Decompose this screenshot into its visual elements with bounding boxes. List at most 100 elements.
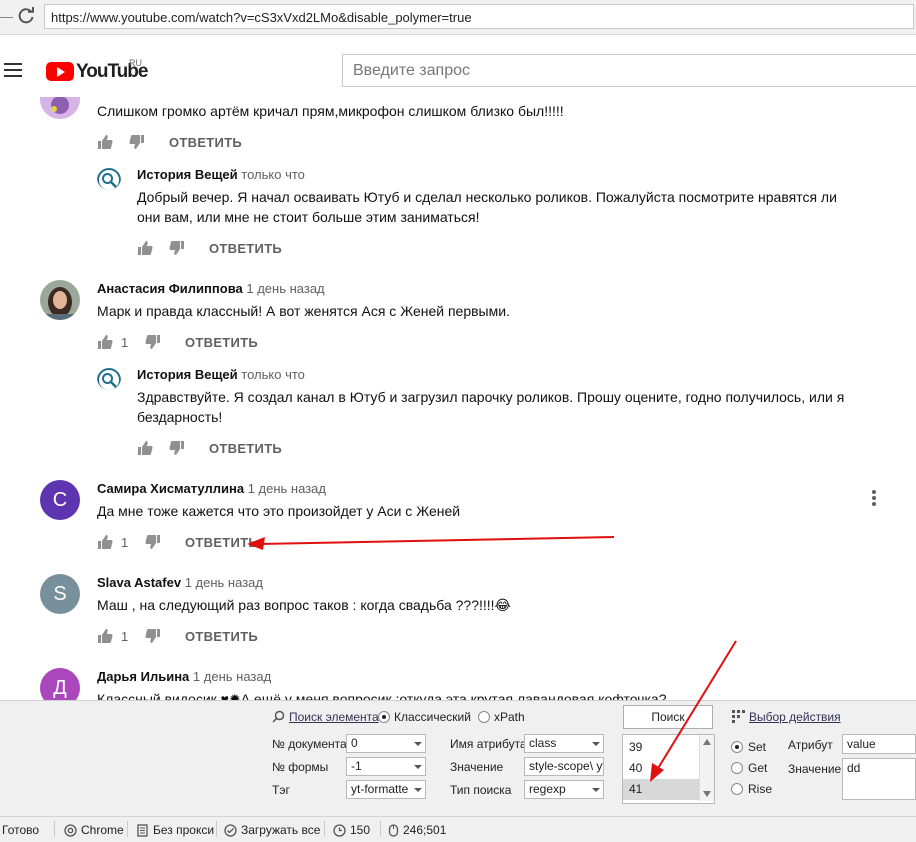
thumbs-down-icon[interactable]	[145, 334, 161, 350]
set-radio[interactable]	[731, 741, 743, 753]
thumbs-up-icon[interactable]	[137, 240, 153, 256]
timer-status[interactable]: 150	[333, 823, 370, 837]
classic-mode-radio[interactable]	[378, 711, 390, 723]
like-count: 1	[121, 629, 129, 644]
form-number-select[interactable]: -1	[346, 757, 426, 776]
comment-author[interactable]: Дарья Ильина 1 день назад	[97, 669, 271, 684]
comment-text: Маш , на следующий раз вопрос таков : ко…	[97, 597, 511, 613]
result-item[interactable]: 40	[623, 758, 699, 779]
mouse-icon	[388, 824, 399, 837]
thumbs-up-icon[interactable]	[137, 440, 153, 456]
proxy-status[interactable]: Без прокси	[136, 823, 214, 837]
xpath-mode-radio[interactable]	[478, 711, 490, 723]
rise-label[interactable]: Rise	[748, 782, 772, 796]
document-number-select[interactable]: 0	[346, 734, 426, 753]
value-label: Значение	[450, 760, 504, 774]
tag-label: Тэг	[272, 783, 290, 797]
reply-actions: ОТВЕТИТЬ	[137, 439, 337, 459]
address-bar[interactable]: https://www.youtube.com/watch?v=cS3xVxd2…	[44, 4, 914, 29]
document-icon	[137, 824, 148, 837]
chrome-icon	[64, 824, 77, 837]
check-circle-icon	[224, 824, 237, 837]
search-type-label: Тип поиска	[450, 783, 512, 797]
avatar[interactable]: С	[40, 480, 80, 520]
comment-time: 1 день назад	[246, 281, 325, 296]
load-all-status[interactable]: Загружать все	[224, 823, 320, 837]
action-select-link[interactable]: Выбор действия	[749, 710, 841, 724]
comment-author[interactable]: Анастасия Филиппова 1 день назад	[97, 281, 325, 296]
reply-author[interactable]: История Вещей только что	[137, 367, 305, 382]
result-item-selected[interactable]: 41	[623, 779, 699, 800]
comment-text: Да мне тоже кажется что это произойдет у…	[97, 503, 461, 519]
form-number-label: № формы	[272, 760, 329, 774]
thumbs-down-icon[interactable]	[145, 534, 161, 550]
reload-icon[interactable]	[14, 4, 38, 28]
search-element-link[interactable]: Поиск элемента	[289, 710, 379, 724]
reply-button[interactable]: ОТВЕТИТЬ	[209, 441, 282, 456]
attribute-input[interactable]: value	[842, 734, 916, 754]
thumbs-up-icon[interactable]	[97, 534, 113, 550]
thumbs-down-icon[interactable]	[129, 134, 145, 150]
value2-label: Значение	[788, 762, 842, 776]
reply-time: только что	[241, 167, 305, 182]
classic-mode-label[interactable]: Классический	[394, 710, 471, 724]
search-input[interactable]: Введите запрос	[342, 54, 916, 87]
reply-button[interactable]: ОТВЕТИТЬ	[185, 535, 258, 550]
comment-author[interactable]: Slava Astafev 1 день назад	[97, 575, 263, 590]
tag-select[interactable]: yt-formatte	[346, 780, 426, 799]
thumbs-up-icon[interactable]	[97, 628, 113, 644]
xpath-mode-label[interactable]: xPath	[494, 710, 525, 724]
thumbs-down-icon[interactable]	[145, 628, 161, 644]
youtube-header: YouTube RU Введите запрос	[0, 35, 916, 97]
like-count: 1	[121, 335, 129, 350]
comment-actions: 1 ОТВЕТИТЬ	[97, 533, 297, 553]
attribute-label: Атрибут	[788, 738, 833, 752]
value2-textarea[interactable]: dd	[842, 758, 916, 800]
comment-actions: 1 ОТВЕТИТЬ	[97, 333, 297, 353]
hamburger-menu-icon[interactable]	[4, 63, 22, 77]
avatar[interactable]	[40, 97, 80, 119]
value-input[interactable]: style-scope\ yt	[524, 757, 604, 776]
thumbs-up-icon[interactable]	[97, 134, 113, 150]
result-item[interactable]: 39	[623, 737, 699, 758]
reply-button[interactable]: ОТВЕТИТЬ	[185, 629, 258, 644]
avatar[interactable]: S	[40, 574, 80, 614]
results-scrollbar[interactable]	[699, 735, 714, 801]
channel-avatar[interactable]	[97, 366, 121, 390]
coords-status: 246;501	[388, 823, 446, 837]
avatar[interactable]	[40, 280, 80, 320]
avatar[interactable]: Д	[40, 668, 80, 700]
comment-time: 1 день назад	[192, 669, 272, 684]
search-type-select[interactable]: regexp	[524, 780, 604, 799]
reply-author[interactable]: История Вещей только что	[137, 167, 305, 182]
results-list[interactable]: 39 40 41	[622, 734, 715, 804]
scroll-down-icon[interactable]	[703, 791, 711, 797]
document-number-label: № документа	[272, 737, 347, 751]
attribute-name-select[interactable]: class	[524, 734, 604, 753]
back-arrow-fragment-icon[interactable]: —	[0, 9, 13, 25]
thumbs-down-icon[interactable]	[169, 240, 185, 256]
comment-text: Классный видосик ♥✹А ещё у меня вопросик…	[97, 691, 667, 700]
reply-button[interactable]: ОТВЕТИТЬ	[209, 241, 282, 256]
rise-radio[interactable]	[731, 783, 743, 795]
reply-button[interactable]: ОТВЕТИТЬ	[169, 135, 242, 150]
reply-button[interactable]: ОТВЕТИТЬ	[185, 335, 258, 350]
browser-status[interactable]: Chrome	[64, 823, 124, 837]
set-label[interactable]: Set	[748, 740, 766, 754]
search-icon	[272, 710, 285, 723]
channel-avatar[interactable]	[97, 166, 121, 190]
scroll-up-icon[interactable]	[703, 739, 711, 745]
thumbs-down-icon[interactable]	[169, 440, 185, 456]
thumbs-up-icon[interactable]	[97, 334, 113, 350]
comment-author[interactable]: Самира Хисматуллина 1 день назад	[97, 481, 326, 496]
reply-time: только что	[241, 367, 305, 382]
status-ready: Готово	[2, 823, 40, 837]
more-options-icon[interactable]	[872, 490, 878, 508]
comment-time: 1 день назад	[247, 481, 326, 496]
reply-text: Добрый вечер. Я начал осваивать Ютуб и с…	[137, 189, 837, 225]
grid-icon	[732, 710, 745, 723]
search-button[interactable]: Поиск	[623, 705, 713, 729]
attribute-name-label: Имя атрибута	[450, 737, 527, 751]
get-radio[interactable]	[731, 762, 743, 774]
get-label[interactable]: Get	[748, 761, 767, 775]
